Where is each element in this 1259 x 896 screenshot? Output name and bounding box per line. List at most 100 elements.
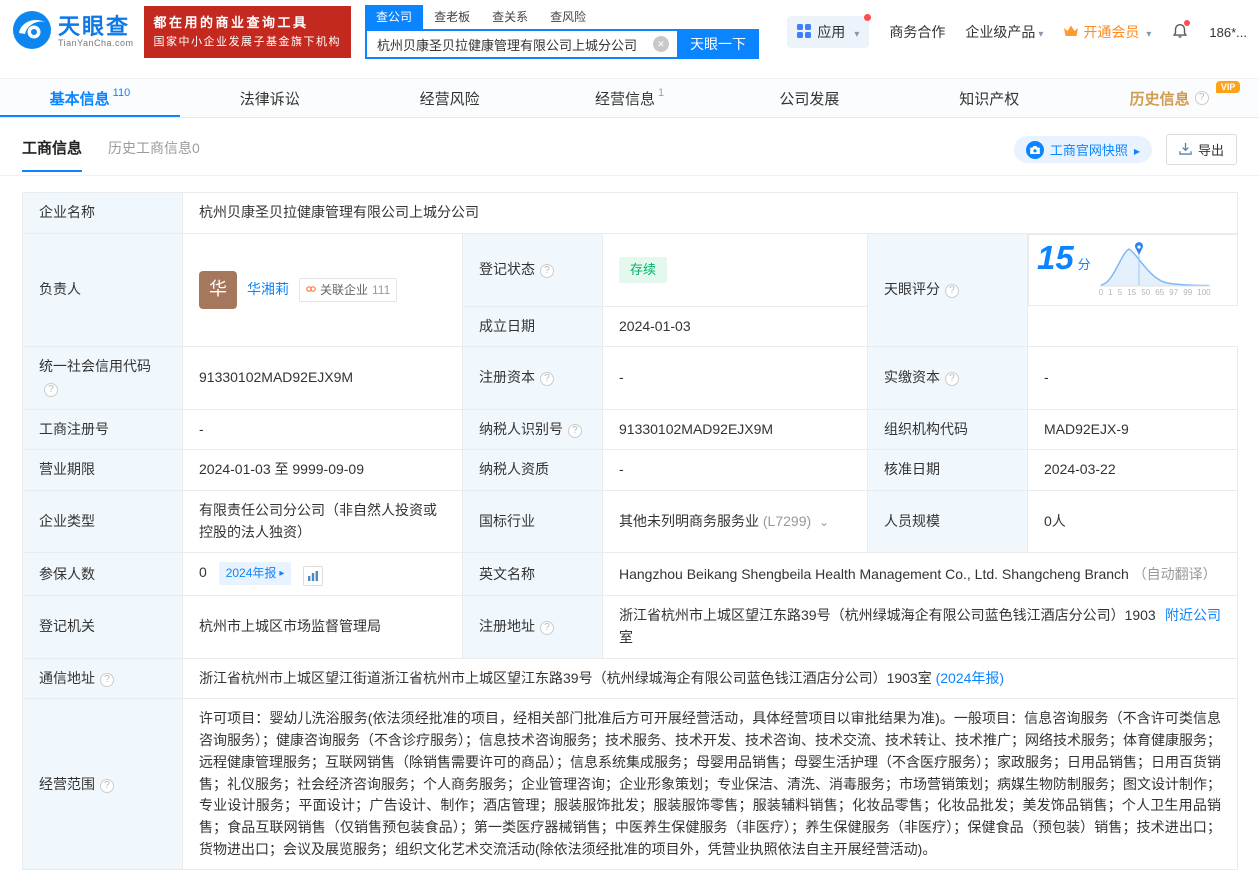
chevron-down-icon	[1035, 24, 1043, 40]
nearby-companies-link[interactable]: 附近公司	[1165, 605, 1221, 627]
brand-logo[interactable]: 天眼查 TianYanCha.com	[12, 10, 134, 55]
annual-report-link[interactable]: (2024年报)	[936, 670, 1004, 686]
taxpayer-quality-value: -	[603, 450, 868, 491]
help-icon[interactable]	[100, 779, 114, 793]
clear-icon[interactable]	[653, 36, 669, 52]
search-tab-company[interactable]: 查公司	[365, 5, 423, 29]
tab-operating-info[interactable]: 经营信息 1	[540, 79, 720, 117]
reg-capital-value: -	[603, 347, 868, 409]
search-tabs: 查公司 查老板 查关系 查风险	[365, 5, 759, 29]
tab-operating-risk[interactable]: 经营风险	[360, 79, 540, 117]
nav-enterprise-product[interactable]: 企业级产品	[965, 22, 1043, 42]
official-snapshot-button[interactable]: 工商官网快照	[1014, 136, 1152, 163]
search-tab-risk[interactable]: 查风险	[539, 5, 597, 29]
notification-dot	[864, 14, 871, 21]
search-row: 天眼一下	[365, 29, 759, 59]
tab-ip-label: 知识产权	[959, 88, 1019, 109]
business-term-label: 营业期限	[23, 450, 183, 491]
nav-business-coop[interactable]: 商务合作	[889, 22, 945, 42]
search-tab-relation[interactable]: 查关系	[481, 5, 539, 29]
insured-count-value: 0 2024年报	[183, 553, 463, 596]
business-info-table: 企业名称 杭州贝康圣贝拉健康管理有限公司上城分公司 负责人 华 华湘莉 关联企业…	[22, 192, 1238, 870]
help-icon[interactable]	[568, 424, 582, 438]
chevron-down-icon[interactable]	[815, 513, 829, 529]
paid-capital-label-text: 实缴资本	[884, 369, 940, 385]
legal-rep-cell: 华 华湘莉 关联企业 111	[183, 233, 463, 347]
search-input[interactable]	[365, 29, 677, 59]
paid-capital-label: 实缴资本	[868, 347, 1028, 409]
export-button[interactable]: 导出	[1166, 134, 1237, 165]
tick: 99	[1183, 287, 1192, 299]
tab-legal-proceedings[interactable]: 法律诉讼	[180, 79, 360, 117]
industry-code: (L7299)	[763, 513, 811, 529]
detail-tabs: 基本信息 110 法律诉讼 经营风险 经营信息 1 公司发展 知识产权 历史信息…	[0, 78, 1259, 118]
mail-address-label-text: 通信地址	[39, 670, 95, 686]
nav-open-membership[interactable]: 开通会员	[1063, 22, 1151, 42]
score-label-text: 天眼评分	[884, 281, 940, 297]
link-icon	[306, 281, 316, 300]
business-scope-label: 经营范围	[23, 699, 183, 870]
reg-address-label-text: 注册地址	[479, 618, 535, 634]
brand-text: 天眼查 TianYanCha.com	[58, 15, 134, 49]
help-icon[interactable]	[540, 372, 554, 386]
membership-label: 开通会员	[1083, 22, 1139, 42]
search-input-wrap	[365, 29, 677, 59]
account-phone[interactable]: 186*...	[1209, 25, 1247, 40]
help-icon[interactable]	[945, 284, 959, 298]
company-name-value: 杭州贝康圣贝拉健康管理有限公司上城分公司	[183, 193, 1238, 234]
tab-intellectual-property[interactable]: 知识产权	[899, 79, 1079, 117]
promo-banner: 都在用的商业查询工具 国家中小企业发展子基金旗下机构	[144, 6, 352, 57]
search-tab-boss[interactable]: 查老板	[423, 5, 481, 29]
english-name-value: Hangzhou Beikang Shengbeila Health Manag…	[603, 553, 1238, 596]
page: 天眼查 TianYanCha.com 都在用的商业查询工具 国家中小企业发展子基…	[0, 0, 1259, 896]
mail-address-value: 浙江省杭州市上城区望江街道浙江省杭州市上城区望江东路39号（杭州绿城海企有限公司…	[183, 658, 1238, 699]
account-phone-label: 186*...	[1209, 25, 1247, 40]
tab-development-label: 公司发展	[779, 88, 839, 109]
tab-company-development[interactable]: 公司发展	[719, 79, 899, 117]
search-area: 查公司 查老板 查关系 查风险 天眼一下	[365, 5, 759, 59]
staff-size-label: 人员规模	[868, 491, 1028, 553]
table-row: 企业名称 杭州贝康圣贝拉健康管理有限公司上城分公司	[23, 193, 1238, 234]
staff-size-value: 0人	[1028, 491, 1238, 553]
subtab-history-business-info[interactable]: 历史工商信息0	[108, 138, 200, 171]
score-chart: 0 1 5 15 50 65 97 99 100	[1099, 241, 1211, 299]
chevron-down-icon	[851, 24, 859, 40]
search-button[interactable]: 天眼一下	[677, 29, 759, 59]
tick: 1	[1108, 287, 1112, 299]
brand-domain: TianYanCha.com	[58, 39, 134, 49]
approval-date-value: 2024-03-22	[1028, 450, 1238, 491]
nav-enterprise-label: 企业级产品	[965, 22, 1035, 42]
tab-history-info[interactable]: 历史信息 VIP	[1079, 79, 1259, 117]
approval-date-label: 核准日期	[868, 450, 1028, 491]
notifications-bell[interactable]	[1171, 22, 1189, 43]
vip-badge: VIP	[1216, 81, 1241, 93]
avatar[interactable]: 华	[199, 271, 237, 309]
taxpayer-id-value: 91330102MAD92EJX9M	[603, 409, 868, 450]
industry-name: 其他未列明商务服务业	[619, 513, 759, 529]
subtab-business-info[interactable]: 工商信息	[22, 137, 82, 172]
tab-basic-info-count: 110	[113, 87, 131, 99]
help-icon[interactable]	[100, 673, 114, 687]
help-icon[interactable]	[540, 621, 554, 635]
credit-code-label: 统一社会信用代码	[23, 347, 183, 409]
annual-report-badge[interactable]: 2024年报	[219, 562, 292, 585]
english-name-label: 英文名称	[463, 553, 603, 596]
chart-icon[interactable]	[303, 566, 323, 586]
taxpayer-id-label: 纳税人识别号	[463, 409, 603, 450]
insured-count-label: 参保人数	[23, 553, 183, 596]
help-icon[interactable]	[44, 383, 58, 397]
tab-basic-info-label: 基本信息	[50, 88, 110, 109]
help-icon[interactable]	[540, 264, 554, 278]
table-row: 经营范围 许可项目：婴幼儿洗浴服务(依法须经批准的项目，经相关部门批准后方可开展…	[23, 699, 1238, 870]
notification-dot	[1184, 20, 1190, 26]
table-row: 通信地址 浙江省杭州市上城区望江街道浙江省杭州市上城区望江东路39号（杭州绿城海…	[23, 658, 1238, 699]
help-icon[interactable]	[945, 372, 959, 386]
apps-menu[interactable]: 应用	[787, 16, 869, 48]
reg-status-label: 登记状态	[463, 233, 603, 306]
tab-basic-info[interactable]: 基本信息 110	[0, 79, 180, 117]
related-companies-badge[interactable]: 关联企业 111	[299, 278, 397, 303]
legal-rep-link[interactable]: 华湘莉	[247, 279, 289, 301]
help-icon[interactable]	[1195, 91, 1209, 105]
legal-rep-label: 负责人	[23, 233, 183, 347]
export-icon	[1179, 142, 1192, 158]
